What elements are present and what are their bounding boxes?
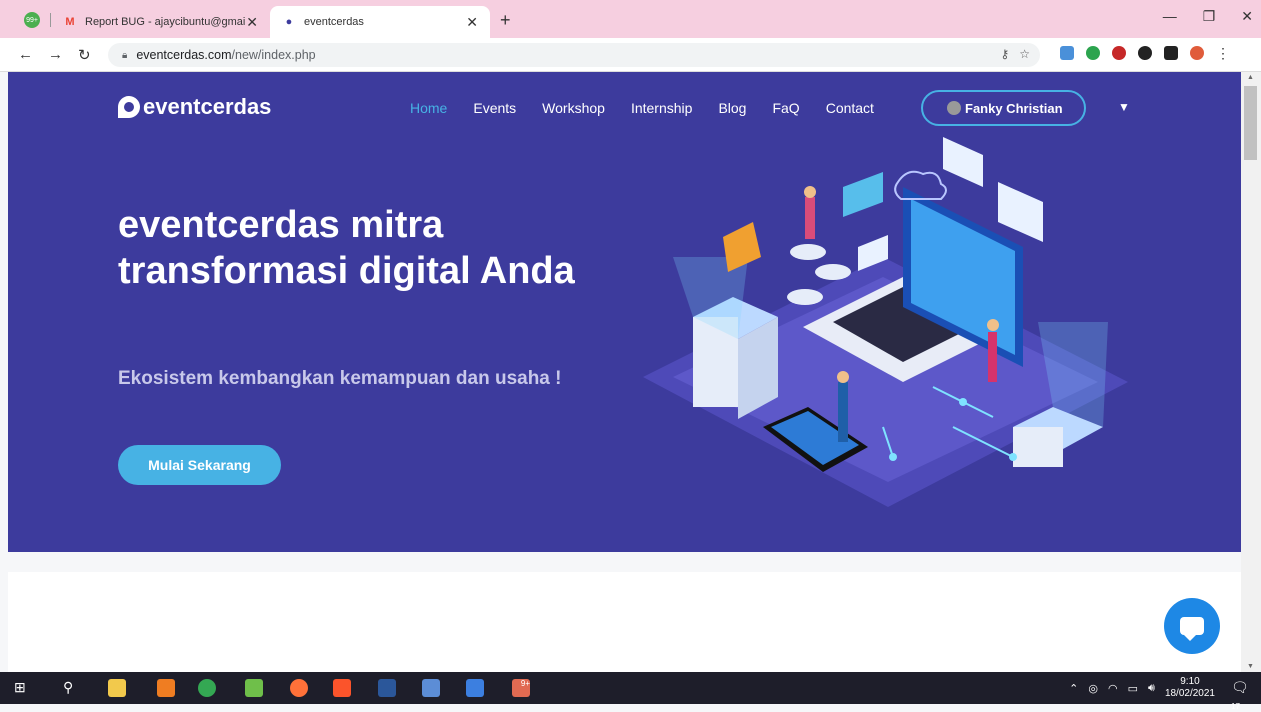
new-tab-icon[interactable]: + xyxy=(500,10,511,31)
plus-extension-icon[interactable] xyxy=(1086,46,1100,60)
tab-eventcerdas[interactable]: ● eventcerdas ✕ xyxy=(270,6,490,38)
nav-workshop[interactable]: Workshop xyxy=(542,100,605,116)
word-icon[interactable] xyxy=(378,679,396,697)
clock-time: 9:10 xyxy=(1180,676,1200,687)
translate-extension-icon[interactable] xyxy=(1060,46,1074,60)
avatar xyxy=(947,101,961,115)
restore-icon[interactable]: ❐ xyxy=(1203,8,1216,25)
gmail-icon: M xyxy=(65,16,75,28)
firefox-icon[interactable] xyxy=(290,679,308,697)
user-name: Fanky Christian xyxy=(965,100,1063,116)
profile-avatar[interactable] xyxy=(1190,46,1204,60)
puzzle-icon[interactable] xyxy=(1164,46,1178,60)
chevron-up-icon[interactable]: ⌃ xyxy=(1069,682,1078,695)
main-nav: Home Events Workshop Internship Blog FaQ… xyxy=(410,100,874,116)
scroll-down-icon[interactable]: ▼ xyxy=(1247,663,1254,670)
more-menu-icon[interactable]: ⋮ xyxy=(1216,46,1230,60)
brave-icon[interactable] xyxy=(333,679,351,697)
nav-blog[interactable]: Blog xyxy=(718,100,746,116)
page-viewport: eventcerdas Home Events Workshop Interns… xyxy=(8,72,1241,672)
hero-subtitle: Ekosistem kembangkan kemampuan dan usaha… xyxy=(118,368,562,389)
clock[interactable]: 9:10 18/02/2021 xyxy=(1165,676,1215,700)
site-logo[interactable]: eventcerdas xyxy=(118,94,271,120)
scrollbar-thumb[interactable] xyxy=(1244,86,1257,160)
volume-icon[interactable]: 🔊︎ xyxy=(1148,682,1155,695)
hero-title: eventcerdas mitra transformasi digital A… xyxy=(118,204,575,292)
browser-tab-strip: 99+ M Report BUG - ajaycibuntu@gmai ✕ ● … xyxy=(0,0,1261,38)
clock-date: 18/02/2021 xyxy=(1164,688,1215,699)
nav-faq[interactable]: FaQ xyxy=(772,100,799,116)
close-window-icon[interactable]: ✕ xyxy=(1241,8,1253,25)
nav-home[interactable]: Home xyxy=(410,100,447,116)
reload-icon[interactable]: ↻ xyxy=(78,46,91,64)
close-icon[interactable]: ✕ xyxy=(466,14,478,31)
logo-text: eventcerdas xyxy=(143,94,272,119)
tab-title: Report BUG - ajaycibuntu@gmai xyxy=(85,16,246,28)
close-icon[interactable]: ✕ xyxy=(246,14,258,31)
wifi-icon[interactable]: ◠ xyxy=(1108,682,1118,695)
windows-start-icon[interactable]: ⊞ xyxy=(14,679,32,697)
get-started-button[interactable]: Mulai Sekarang xyxy=(118,445,281,485)
chat-icon xyxy=(1180,617,1204,641)
red-extension-icon[interactable] xyxy=(1112,46,1126,60)
url-path: /new/index.php xyxy=(231,48,316,62)
nav-events[interactable]: Events xyxy=(473,100,516,116)
content-section xyxy=(8,572,1241,672)
scroll-up-icon[interactable]: ▲ xyxy=(1247,74,1254,81)
forward-icon[interactable]: → xyxy=(48,46,63,63)
tab-separator xyxy=(50,13,51,27)
remote-desktop-icon[interactable] xyxy=(422,679,440,697)
chevron-down-icon[interactable]: ▼ xyxy=(1118,100,1130,114)
chat-button[interactable] xyxy=(1164,598,1220,654)
minimize-icon[interactable]: — xyxy=(1163,8,1177,25)
cursor-extension-icon[interactable] xyxy=(1138,46,1152,60)
vlc-icon[interactable] xyxy=(157,679,175,697)
hero-illustration xyxy=(643,137,1128,507)
system-tray: ⌃ ◎ ◠ ▭ 🔊︎ 9:10 18/02/2021 xyxy=(1069,676,1215,700)
battery-icon[interactable]: ▭ xyxy=(1128,682,1138,695)
key-icon[interactable]: ⚷ xyxy=(1000,47,1009,61)
nav-contact[interactable]: Contact xyxy=(826,100,874,116)
extensions: ⋮ xyxy=(1060,46,1230,60)
notification-count: 17 xyxy=(1231,702,1240,711)
windows-taskbar: ⊞ ⚲ 9+ ⌃ ◎ ◠ ▭ 🔊︎ 9:10 18/02/2021 🗨︎17 xyxy=(0,672,1261,711)
star-icon[interactable]: ☆ xyxy=(1019,47,1030,61)
user-account-button[interactable]: Fanky Christian xyxy=(921,90,1086,126)
tab-title: eventcerdas xyxy=(304,16,364,28)
chrome-icon[interactable] xyxy=(198,679,216,697)
pinned-tab-badge[interactable]: 99+ xyxy=(24,12,40,28)
back-icon[interactable]: ← xyxy=(18,46,33,63)
file-explorer-icon[interactable] xyxy=(108,679,126,697)
tab-gmail[interactable]: M Report BUG - ajaycibuntu@gmai ✕ xyxy=(55,6,270,38)
address-bar[interactable]: 🔒︎ eventcerdas.com/new/index.php ⚷ ☆ xyxy=(108,43,1040,67)
hero-section: eventcerdas Home Events Workshop Interns… xyxy=(8,72,1241,552)
notifications-icon[interactable]: 🗨︎17 xyxy=(1231,679,1251,711)
nav-internship[interactable]: Internship xyxy=(631,100,692,116)
lock-icon: 🔒︎ xyxy=(122,49,128,61)
page-scrollbar[interactable]: ▲ ▼ xyxy=(1241,72,1261,672)
url-domain: eventcerdas.com xyxy=(136,48,232,62)
editor-icon[interactable] xyxy=(245,679,263,697)
logo-mark-icon xyxy=(118,96,140,118)
meet-now-icon[interactable]: ◎ xyxy=(1088,682,1098,695)
eventcerdas-favicon: ● xyxy=(285,16,293,28)
app-badge-icon[interactable]: 9+ xyxy=(512,679,530,697)
wps-icon[interactable] xyxy=(466,679,484,697)
search-icon[interactable]: ⚲ xyxy=(63,679,81,697)
